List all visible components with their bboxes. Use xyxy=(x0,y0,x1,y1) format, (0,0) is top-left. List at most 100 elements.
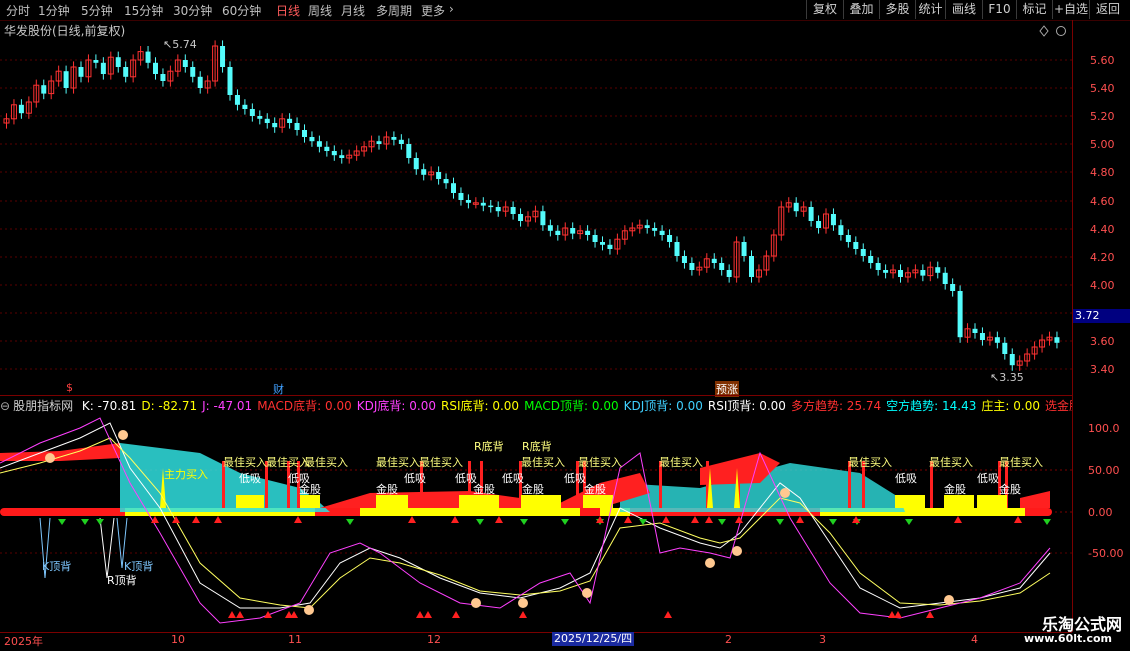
up-arrow-icon xyxy=(214,516,222,523)
candle-body xyxy=(398,139,404,144)
candle-body xyxy=(935,267,941,273)
add-watchlist-button[interactable]: +自选 xyxy=(1052,0,1089,19)
up-arrow-icon xyxy=(624,516,632,523)
more-arrow-icon[interactable]: › xyxy=(449,2,454,16)
period-tab-multi[interactable]: 多周期 xyxy=(376,2,412,19)
golden-label: 金股 xyxy=(999,483,1021,496)
period-tab-15min[interactable]: 15分钟 xyxy=(124,2,163,19)
low-buy-label: 低吸 xyxy=(404,472,426,485)
up-arrow-icon xyxy=(705,516,713,523)
base-bar-segment xyxy=(360,508,580,516)
candle-body xyxy=(994,337,1000,343)
period-tab-30min[interactable]: 30分钟 xyxy=(173,2,212,19)
up-arrow-icon xyxy=(495,516,503,523)
period-tab-60min[interactable]: 60分钟 xyxy=(222,2,261,19)
candle-body xyxy=(644,225,650,228)
candle-body xyxy=(830,214,836,226)
up-arrow-icon xyxy=(294,516,302,523)
stats-button[interactable]: 统计 xyxy=(915,0,945,19)
low-buy-label: 低吸 xyxy=(895,472,917,485)
candle-body xyxy=(272,123,278,128)
candle-body xyxy=(860,249,866,256)
back-button[interactable]: 返回 xyxy=(1089,0,1126,19)
draw-button[interactable]: 画线 xyxy=(945,0,982,19)
candle-body xyxy=(443,179,449,184)
legend-item: 空方趋势: 14.43 xyxy=(886,399,977,413)
candle-body xyxy=(220,46,226,67)
candle-body xyxy=(495,207,501,212)
candle-body xyxy=(227,67,233,95)
candle-body xyxy=(391,137,397,140)
candle-body xyxy=(1002,342,1008,354)
event-dollar-marker[interactable]: $ xyxy=(66,381,73,394)
y-tick: 4.20 xyxy=(1090,251,1115,264)
golden-block xyxy=(236,495,264,508)
candle-body xyxy=(309,137,315,142)
best-buy-label: 最佳买入 xyxy=(578,456,622,469)
candle-body xyxy=(659,230,665,235)
candle-body xyxy=(719,263,725,270)
indicator-name[interactable]: 股朋指标网 xyxy=(13,399,73,413)
golden-label: 金股 xyxy=(522,483,544,496)
candle-body xyxy=(585,230,591,235)
r-bottom-label: R底背 xyxy=(522,440,552,453)
period-tab-more[interactable]: 更多 xyxy=(421,2,445,19)
candle-body xyxy=(465,200,471,203)
candle-body xyxy=(741,242,747,256)
overlay-button[interactable]: 叠加 xyxy=(843,0,879,19)
best-buy-label: 最佳买入 xyxy=(659,456,703,469)
down-arrow-icon xyxy=(718,519,726,525)
date-label: 4 xyxy=(971,633,978,646)
selected-date-label: 2025/12/25/四 xyxy=(552,632,635,646)
period-tab-daily[interactable]: 日线 xyxy=(276,2,300,19)
r-bottom-label: R底背 xyxy=(474,440,504,453)
period-tab-5min[interactable]: 5分钟 xyxy=(81,2,113,19)
multi-stock-button[interactable]: 多股 xyxy=(879,0,915,19)
period-tab-fenshi[interactable]: 分时 xyxy=(6,2,30,19)
candle-body xyxy=(197,76,203,88)
up-arrow-icon xyxy=(662,516,670,523)
candle-body xyxy=(1009,354,1015,366)
candle-body xyxy=(451,183,456,193)
up-arrow-icon xyxy=(192,516,200,523)
f10-button[interactable]: F10 xyxy=(982,0,1016,19)
current-price-badge: 3.72 xyxy=(1073,309,1130,323)
candlestick-chart[interactable] xyxy=(0,20,1072,396)
legend-item: 庄主: 0.00 xyxy=(981,399,1040,413)
candle-body xyxy=(845,235,851,242)
collapse-icon[interactable]: ⊖ xyxy=(0,399,10,413)
low-buy-label: 低吸 xyxy=(502,472,524,485)
ind-y-tick: 0.00 xyxy=(1088,506,1113,519)
candle-body xyxy=(570,228,576,234)
ind-y-tick: 50.00 xyxy=(1088,464,1120,477)
candle-body xyxy=(190,67,196,77)
mark-button[interactable]: 标记 xyxy=(1016,0,1052,19)
hand-pointer-icon xyxy=(118,430,128,440)
candle-body xyxy=(421,169,427,175)
y-tick: 4.60 xyxy=(1090,195,1115,208)
candle-body xyxy=(294,123,300,130)
candle-body xyxy=(667,235,673,242)
period-tab-1min[interactable]: 1分钟 xyxy=(38,2,70,19)
candle-body xyxy=(816,221,822,228)
up-arrow-icon xyxy=(416,611,424,618)
adjust-button[interactable]: 复权 xyxy=(806,0,843,19)
up-arrow-icon xyxy=(1014,516,1022,523)
up-arrow-icon xyxy=(408,516,416,523)
candle-body xyxy=(63,71,69,88)
candle-body xyxy=(413,158,419,170)
legend-item: 选金股: 0.00 xyxy=(1044,399,1072,413)
up-arrow-icon xyxy=(664,611,672,618)
up-arrow-icon xyxy=(796,516,804,523)
candle-body xyxy=(123,67,129,77)
candle-body xyxy=(883,270,889,273)
y-tick: 4.80 xyxy=(1090,166,1115,179)
golden-label: 金股 xyxy=(584,483,606,496)
date-label: 2025年 xyxy=(4,635,43,648)
date-label: 3 xyxy=(819,633,826,646)
period-tab-monthly[interactable]: 月线 xyxy=(341,2,365,19)
legend-item: 多方趋势: 25.74 xyxy=(790,399,882,413)
candle-body xyxy=(18,104,24,114)
period-tab-weekly[interactable]: 周线 xyxy=(308,2,332,19)
down-arrow-icon xyxy=(81,519,89,525)
